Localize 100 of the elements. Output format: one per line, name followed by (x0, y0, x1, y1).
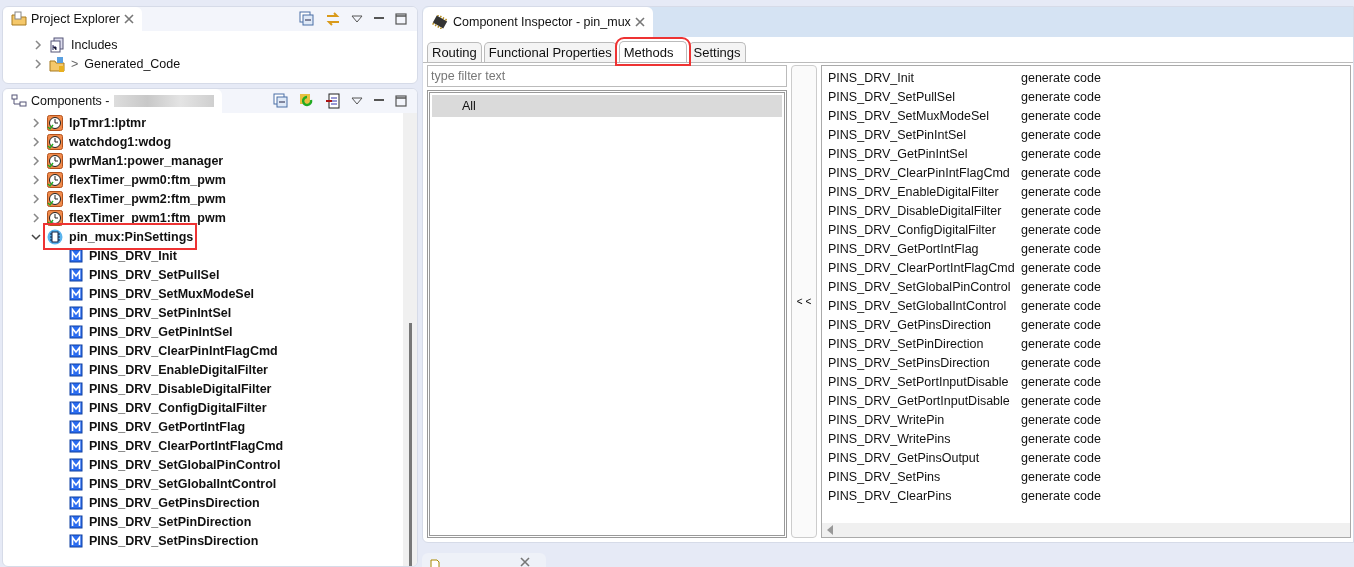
table-cell-text: generate code (1021, 431, 1102, 446)
table-cell-text: PINS_DRV_SetPinDirection (828, 336, 985, 351)
prefix-mark: > (71, 56, 79, 71)
table-cell-text: PINS_DRV_SetPinsDirection (828, 355, 991, 370)
highlighted-tree-item[interactable]: pin_mux:PinSettings (47, 227, 194, 246)
list-item[interactable]: All (432, 95, 782, 117)
view-menu-icon[interactable] (351, 15, 363, 23)
table-cell-text: PINS_DRV_SetPins (828, 469, 942, 484)
method-icon (69, 267, 83, 282)
tree-item[interactable]: pwrMan1:power_manager (47, 151, 224, 170)
tree-item[interactable]: PINS_DRV_ClearPortIntFlagCmd (89, 438, 284, 453)
tree-item[interactable]: PINS_DRV_SetMuxModeSel (89, 286, 255, 301)
table-cell-text: generate code (1021, 279, 1102, 294)
method-icon (69, 400, 83, 415)
table-cell-text: PINS_DRV_ConfigDigitalFilter (828, 222, 997, 237)
method-icon (69, 514, 83, 529)
header-files-icon (49, 36, 65, 53)
tree-item[interactable]: PINS_DRV_SetGlobalIntControl (89, 476, 277, 491)
table-cell-text: PINS_DRV_Init (828, 70, 915, 85)
tree-item[interactable]: PINS_DRV_SetPinIntSel (89, 305, 232, 320)
method-icon (69, 495, 83, 510)
scroll-left-icon[interactable] (826, 525, 834, 535)
table-cell-text: generate code (1021, 165, 1102, 180)
clock-icon (47, 133, 63, 150)
panel-title: Component Inspector - pin_mux (453, 15, 631, 29)
move-button[interactable]: < < (791, 65, 817, 538)
method-icon (69, 362, 83, 377)
maximize-icon[interactable] (395, 13, 407, 25)
folder-icon (49, 55, 65, 72)
close-icon[interactable] (520, 557, 530, 567)
panel-title: Components - (31, 94, 110, 108)
clock-icon (47, 171, 63, 188)
table-cell-text: PINS_DRV_SetPortInputDisable (828, 374, 1010, 389)
table-cell-text: generate code (1021, 336, 1102, 351)
table-cell-text: generate code (1021, 393, 1102, 408)
filter-field[interactable]: type filter text (427, 65, 787, 87)
table-cell-text: generate code (1021, 184, 1102, 199)
tree-item[interactable]: flexTimer_pwm1:ftm_pwm (47, 208, 226, 227)
document-icon[interactable] (325, 93, 341, 109)
table-cell-text: generate code (1021, 298, 1102, 313)
chip-icon (431, 15, 449, 29)
method-icon (69, 343, 83, 358)
method-icon (69, 476, 83, 491)
table-cell-text: generate code (1021, 70, 1102, 85)
clock-icon (47, 190, 63, 207)
hierarchy-icon (11, 94, 27, 108)
table-cell-text: PINS_DRV_GetPinsOutput (828, 450, 981, 465)
table-cell-text: PINS_DRV_SetMuxModeSel (828, 108, 990, 123)
table-cell-text: generate code (1021, 108, 1102, 123)
tree-item[interactable]: PINS_DRV_SetGlobalPinControl (89, 457, 281, 472)
table-cell-text: PINS_DRV_GetPinIntSel (828, 146, 969, 161)
table-cell-text: PINS_DRV_ClearPinIntFlagCmd (828, 165, 1011, 180)
clock-icon (47, 114, 63, 131)
tree-item[interactable]: PINS_DRV_SetPullSel (89, 267, 220, 282)
tree-item[interactable]: PINS_DRV_GetPinIntSel (89, 324, 233, 339)
tree-item[interactable]: PINS_DRV_Init (89, 248, 177, 263)
table-cell-text: PINS_DRV_SetPullSel (828, 89, 956, 104)
table-cell-text: generate code (1021, 89, 1102, 104)
tree-item[interactable]: watchdog1:wdog (47, 132, 172, 151)
tree-item[interactable]: Generated_Code (84, 56, 181, 71)
tree-item[interactable]: PINS_DRV_ConfigDigitalFilter (89, 400, 267, 415)
table-cell-text: generate code (1021, 146, 1102, 161)
chip-icon (47, 228, 63, 245)
view-menu-icon[interactable] (351, 97, 363, 105)
collapse-all-icon[interactable] (273, 93, 289, 109)
method-icon (69, 533, 83, 548)
tree-item[interactable]: PINS_DRV_SetPinDirection (89, 514, 252, 529)
tree-item[interactable]: PINS_DRV_GetPortIntFlag (89, 419, 246, 434)
collapse-all-icon[interactable] (299, 11, 315, 27)
table-cell-text: generate code (1021, 127, 1102, 142)
refresh-icon[interactable] (299, 93, 315, 109)
editor-tab[interactable] (422, 553, 546, 567)
method-icon (69, 419, 83, 434)
table-cell-text: generate code (1021, 450, 1102, 465)
maximize-icon[interactable] (395, 95, 407, 107)
tree-item[interactable]: PINS_DRV_EnableDigitalFilter (89, 362, 268, 377)
method-icon (69, 286, 83, 301)
table-cell-text: PINS_DRV_WritePins (828, 431, 952, 446)
tab[interactable]: Functional Properties (483, 42, 617, 62)
close-icon[interactable] (634, 17, 645, 27)
table-cell-text: PINS_DRV_GetPinsDirection (828, 317, 993, 332)
tree-item[interactable]: PINS_DRV_SetPinsDirection (89, 533, 259, 548)
table-cell-text: generate code (1021, 355, 1102, 370)
link-icon[interactable] (325, 11, 341, 27)
tree-item[interactable]: PINS_DRV_ClearPinIntFlagCmd (89, 343, 278, 358)
tree-item[interactable]: PINS_DRV_GetPinsDirection (89, 495, 260, 510)
method-icon (69, 324, 83, 339)
tree-item[interactable]: flexTimer_pwm0:ftm_pwm (47, 170, 226, 189)
method-icon (69, 438, 83, 453)
tree-item[interactable]: lpTmr1:lptmr (47, 113, 147, 132)
tab[interactable]: Routing (427, 42, 482, 62)
method-icon (69, 305, 83, 320)
method-icon (69, 381, 83, 396)
close-icon[interactable] (123, 14, 134, 24)
method-icon (69, 457, 83, 472)
tree-item[interactable]: PINS_DRV_DisableDigitalFilter (89, 381, 272, 396)
tree-item[interactable]: flexTimer_pwm2:ftm_pwm (47, 189, 226, 208)
table-cell-text: PINS_DRV_ClearPins (828, 488, 953, 503)
tree-item[interactable]: Includes (71, 37, 118, 52)
tab[interactable]: Settings (688, 42, 746, 62)
